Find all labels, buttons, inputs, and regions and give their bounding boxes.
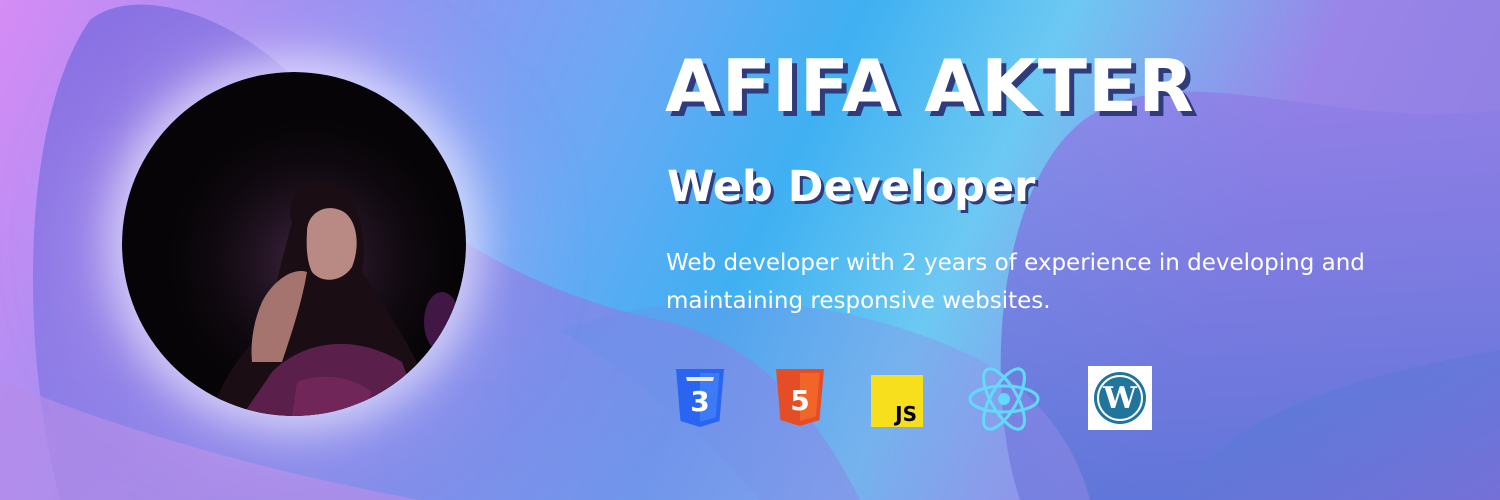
html5-label: 5 — [790, 384, 809, 417]
svg-text:W: W — [1102, 381, 1138, 416]
css3-icon: 3 — [672, 369, 728, 431]
wordpress-icon: W — [1088, 366, 1152, 430]
javascript-label: JS — [893, 402, 917, 426]
javascript-icon: JS — [871, 375, 923, 427]
profile-photo — [122, 72, 466, 416]
profile-summary: Web developer with 2 years of experience… — [666, 250, 1365, 314]
css3-label: 3 — [690, 385, 709, 418]
html5-icon: 5 — [774, 369, 826, 429]
profile-name: AFIFA AKTER — [665, 44, 1195, 128]
avatar — [122, 72, 466, 416]
react-icon — [968, 366, 1040, 432]
profile-banner: AFIFA AKTER Web Developer Web developer … — [0, 0, 1500, 500]
profile-role: Web Developer — [667, 162, 1036, 212]
